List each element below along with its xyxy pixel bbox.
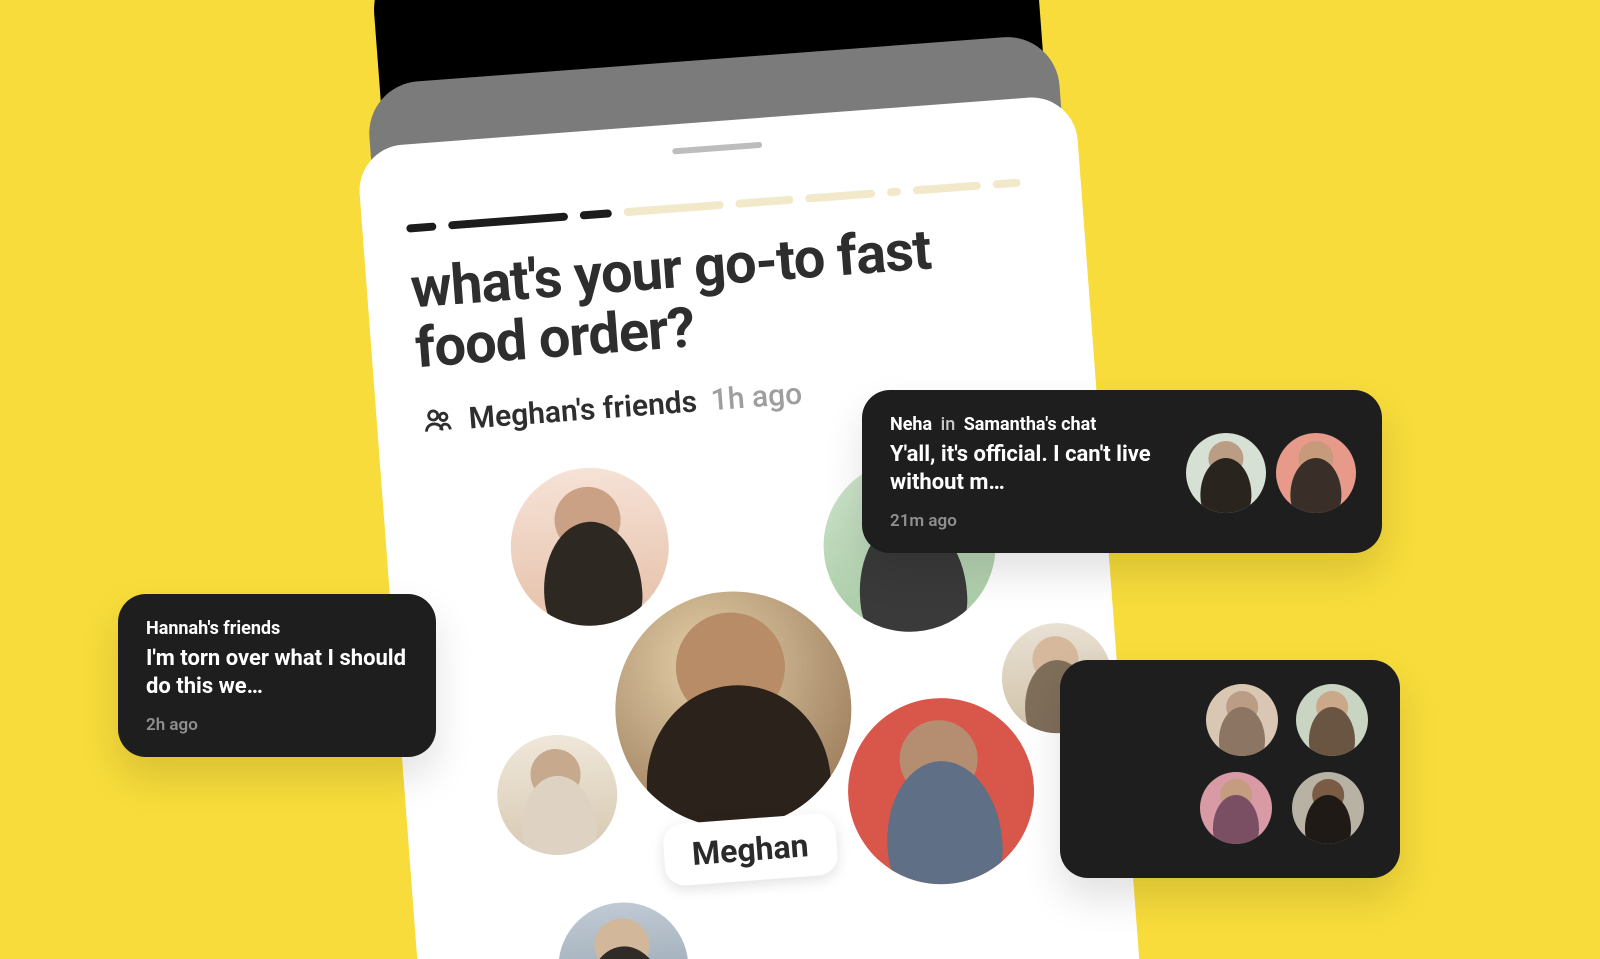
- home-indicator: [672, 142, 762, 155]
- avatar: [1206, 684, 1278, 756]
- card-time-ago: 21m ago: [890, 511, 1168, 531]
- notification-card-right-top[interactable]: Neha in Samantha's chat Y'all, it's offi…: [862, 390, 1382, 553]
- progress-segment: [406, 222, 437, 232]
- progress-segment: [623, 201, 723, 216]
- card-title: Neha in Samantha's chat: [890, 414, 1168, 435]
- avatar: [1296, 684, 1368, 756]
- progress-segment: [887, 187, 902, 196]
- progress-segment: [805, 189, 875, 202]
- avatar: [1200, 772, 1272, 844]
- group-name[interactable]: Meghan's friends: [468, 384, 699, 436]
- progress-segment: [580, 209, 613, 219]
- promo-stage: what's your go-to fast food order? Megha…: [0, 0, 1600, 959]
- prompt-question: what's your go-to fast food order?: [409, 211, 1048, 379]
- notification-card-right-bottom[interactable]: [1060, 660, 1400, 878]
- notification-card-left[interactable]: Hannah's friends I'm torn over what I sh…: [118, 594, 436, 757]
- progress-segment: [448, 213, 568, 230]
- card-time-ago: 2h ago: [146, 715, 410, 735]
- avatar: [1276, 433, 1356, 513]
- progress-segment: [992, 178, 1021, 188]
- card-body: Y'all, it's official. I can't live witho…: [890, 441, 1168, 497]
- friend-avatar[interactable]: [554, 898, 693, 959]
- card-avatars: [1186, 433, 1356, 513]
- card-body: I'm torn over what I should do this we…: [146, 645, 410, 701]
- card-title: Hannah's friends: [146, 618, 410, 639]
- progress-segment: [913, 181, 981, 194]
- avatar: [1186, 433, 1266, 513]
- friend-avatar-featured[interactable]: [607, 583, 860, 836]
- featured-name-chip[interactable]: Meghan: [662, 812, 839, 887]
- progress-segment: [735, 196, 793, 208]
- friend-avatar[interactable]: [493, 731, 622, 860]
- prompt-time-ago: 1h ago: [710, 376, 804, 418]
- friends-group-icon: [420, 403, 456, 439]
- avatar: [1292, 772, 1364, 844]
- friend-avatar[interactable]: [841, 691, 1040, 890]
- card-avatar-cluster: [1200, 684, 1380, 854]
